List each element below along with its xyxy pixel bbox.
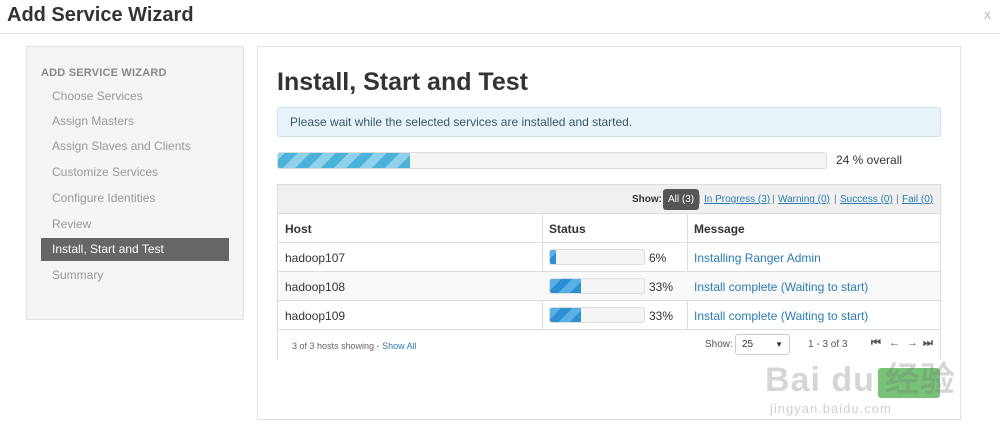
host-progress-percent: 33% (649, 280, 674, 294)
hosts-table: Show: All (3) | In Progress (3) | Warnin… (277, 184, 941, 360)
table-header: Host Status Message (278, 214, 940, 243)
filter-warning[interactable]: Warning (0) (778, 194, 830, 205)
table-row: hadoop108 33% Install complete (Waiting … (278, 272, 940, 301)
overall-progress-text: 24 % overall (836, 153, 903, 167)
host-message-link[interactable]: Installing Ranger Admin (694, 251, 821, 265)
page-range: 1 - 3 of 3 (808, 339, 848, 350)
step-configure-identities[interactable]: Configure Identities (41, 187, 229, 210)
step-assign-slaves-clients[interactable]: Assign Slaves and Clients (41, 135, 229, 158)
host-progress-fill (550, 250, 556, 264)
next-page-icon[interactable]: → (907, 337, 918, 349)
table-row: hadoop107 6% Installing Ranger Admin (278, 243, 940, 272)
host-progress-bar (549, 307, 645, 323)
step-install-start-test[interactable]: Install, Start and Test (41, 238, 229, 261)
filter-separator: | (772, 194, 775, 205)
host-name: hadoop107 (285, 251, 346, 265)
host-progress-fill (550, 279, 582, 293)
filter-show-label: Show: (632, 194, 662, 205)
host-progress-percent: 33% (649, 309, 674, 323)
last-page-icon[interactable]: ⏭ (923, 337, 933, 350)
page-size-label: Show: (705, 339, 733, 350)
sidebar-heading: ADD SERVICE WIZARD (41, 67, 167, 79)
filter-fail[interactable]: Fail (0) (902, 194, 933, 205)
column-host[interactable]: Host (285, 222, 312, 236)
filter-bar: Show: All (3) | In Progress (3) | Warnin… (278, 185, 940, 214)
host-name: hadoop108 (285, 280, 346, 294)
host-progress-percent: 6% (649, 251, 667, 265)
step-summary[interactable]: Summary (41, 264, 229, 287)
host-message-link[interactable]: Install complete (Waiting to start) (694, 280, 868, 294)
filter-in-progress[interactable]: In Progress (3) (704, 194, 770, 205)
previous-page-icon[interactable]: ← (889, 337, 900, 349)
step-assign-masters[interactable]: Assign Masters (41, 110, 229, 133)
host-progress-bar (549, 278, 645, 294)
column-status[interactable]: Status (549, 222, 586, 236)
host-progress-fill (550, 308, 582, 322)
overall-progress-bar (277, 152, 827, 169)
filter-separator: | (896, 194, 899, 205)
hosts-showing-text: 3 of 3 hosts showing - Show All (292, 341, 417, 351)
hosts-showing-count: 3 of 3 hosts showing - (292, 341, 383, 351)
close-icon[interactable]: x (984, 6, 991, 22)
filter-all[interactable]: All (3) (663, 189, 700, 210)
wizard-sidebar: ADD SERVICE WIZARD Choose Services Assig… (26, 46, 244, 320)
header-divider (0, 33, 1000, 34)
host-name: hadoop109 (285, 309, 346, 323)
step-choose-services[interactable]: Choose Services (41, 85, 229, 108)
table-row: hadoop109 33% Install complete (Waiting … (278, 301, 940, 330)
step-review[interactable]: Review (41, 213, 229, 236)
modal-header: Add Service Wizard x (0, 0, 1000, 34)
info-alert: Please wait while the selected services … (277, 107, 941, 137)
overall-progress-fill (278, 153, 410, 168)
watermark: Bai du 经验 (765, 361, 956, 399)
filter-success[interactable]: Success (0) (840, 194, 893, 205)
host-progress-bar (549, 249, 645, 265)
page-title: Install, Start and Test (277, 68, 528, 96)
filter-separator: | (834, 194, 837, 205)
host-message-link[interactable]: Install complete (Waiting to start) (694, 309, 868, 323)
column-message[interactable]: Message (694, 222, 745, 236)
step-customize-services[interactable]: Customize Services (41, 161, 229, 184)
filter-separator: | (698, 194, 701, 205)
first-page-icon[interactable]: ⏮ (871, 337, 881, 350)
page-size-value: 25 (742, 339, 754, 350)
modal-title: Add Service Wizard (7, 4, 194, 26)
show-all-link[interactable]: Show All (382, 341, 417, 351)
watermark-url: jingyan.baidu.com (770, 401, 892, 416)
